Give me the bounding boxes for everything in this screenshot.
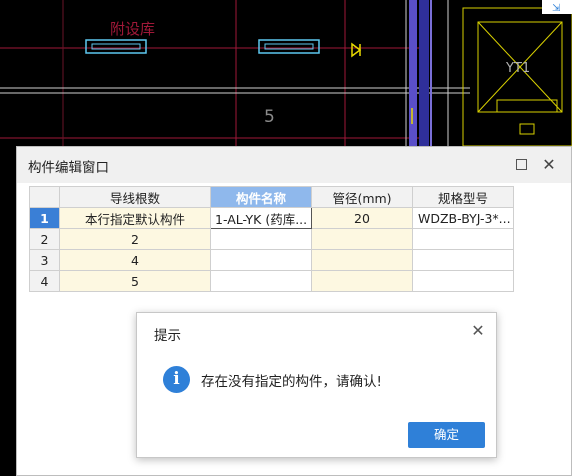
table-cell[interactable] (311, 249, 413, 271)
table-cell[interactable] (412, 249, 514, 271)
table-cell[interactable] (210, 228, 312, 250)
table-row: 4 5 (29, 270, 514, 292)
column-header[interactable]: 构件名称 (210, 186, 312, 208)
table-cell[interactable] (210, 249, 312, 271)
column-header[interactable]: 规格型号 (412, 186, 514, 208)
dialog-title: 提示 (154, 328, 181, 344)
corner-cell[interactable] (29, 186, 60, 208)
close-icon: ✕ (471, 321, 485, 340)
table-cell[interactable]: WDZB-BYJ-3*... (412, 207, 514, 229)
window-titlebar[interactable]: 构件编辑窗口 ✕ (17, 147, 571, 183)
close-icon: ✕ (542, 154, 556, 174)
row-number[interactable]: 4 (29, 270, 60, 292)
room-label-right: YT1 (505, 61, 530, 76)
row-number[interactable]: 1 (29, 207, 60, 229)
info-icon: i (163, 366, 190, 393)
maximize-button[interactable] (510, 153, 532, 175)
table-cell[interactable] (412, 228, 514, 250)
window-title: 构件编辑窗口 (28, 160, 109, 176)
table-cell[interactable] (412, 270, 514, 292)
column-header[interactable]: 导线根数 (59, 186, 211, 208)
dimension-label: 5 (264, 107, 275, 127)
row-number[interactable]: 3 (29, 249, 60, 271)
room-label: 附设库 (110, 20, 155, 38)
svg-text:⇲: ⇲ (552, 3, 561, 14)
table-cell[interactable]: 20 (311, 207, 413, 229)
table-cell[interactable]: 4 (59, 249, 211, 271)
column-header[interactable]: 管径(mm) (311, 186, 413, 208)
grid-header-row: 导线根数 构件名称 管径(mm) 规格型号 (29, 186, 514, 208)
component-grid: 导线根数 构件名称 管径(mm) 规格型号 1 本行指定默认构件 1-AL-YK… (29, 186, 514, 292)
maximize-icon (515, 158, 527, 170)
table-row: 3 4 (29, 249, 514, 271)
table-cell-active[interactable]: 1-AL-YK (药库... (210, 207, 312, 229)
dialog-close-button[interactable]: ✕ (470, 323, 486, 339)
table-cell[interactable] (311, 270, 413, 292)
ok-button[interactable]: 确定 (408, 422, 485, 448)
table-row: 2 2 (29, 228, 514, 250)
table-cell[interactable] (311, 228, 413, 250)
close-button[interactable]: ✕ (538, 153, 560, 175)
dialog-message: 存在没有指定的构件，请确认! (201, 374, 382, 390)
table-cell[interactable]: 本行指定默认构件 (59, 207, 211, 229)
table-cell[interactable]: 5 (59, 270, 211, 292)
table-cell[interactable]: 2 (59, 228, 211, 250)
prompt-dialog: 提示 ✕ i 存在没有指定的构件，请确认! 确定 (136, 312, 497, 458)
table-row: 1 本行指定默认构件 1-AL-YK (药库... 20 WDZB-BYJ-3*… (29, 207, 514, 229)
row-number[interactable]: 2 (29, 228, 60, 250)
table-cell[interactable] (210, 270, 312, 292)
